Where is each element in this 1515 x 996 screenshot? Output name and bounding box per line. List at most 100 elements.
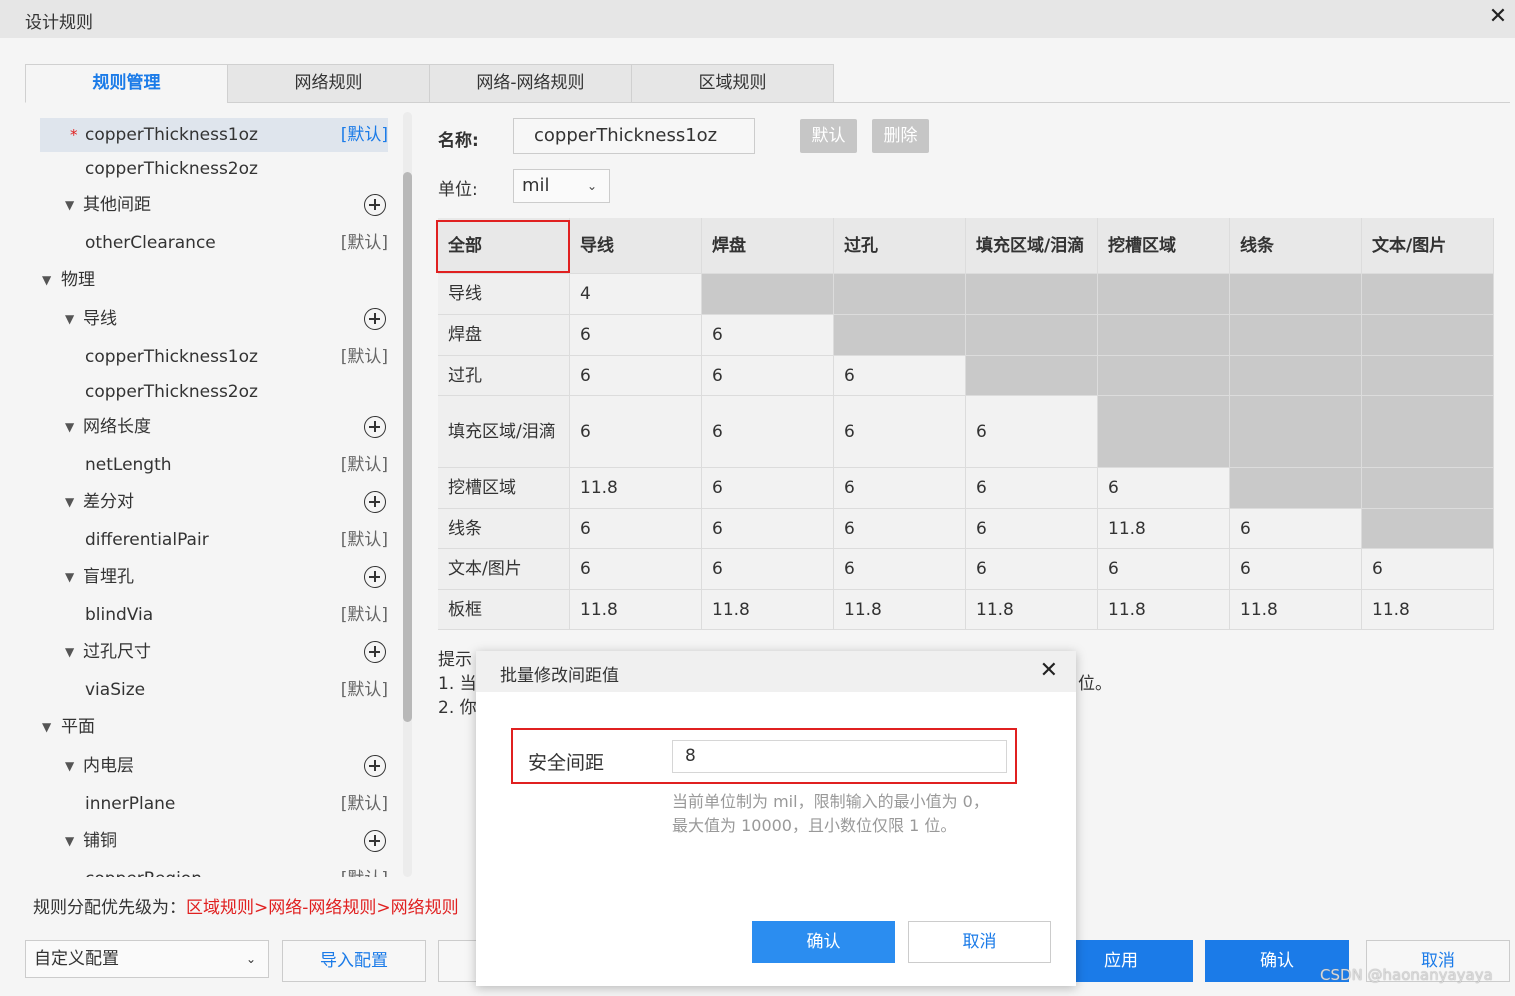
tree-group-other-clearance[interactable]: ▼ 其他间距 xyxy=(25,188,388,222)
caret-down-icon[interactable]: ▼ xyxy=(42,710,51,744)
matrix-header-via[interactable]: 过孔 xyxy=(834,218,966,274)
matrix-cell[interactable]: 6 xyxy=(966,549,1098,590)
matrix-cell[interactable]: 11.8 xyxy=(966,590,1098,630)
matrix-cell[interactable]: 6 xyxy=(834,468,966,509)
tree-item-blindvia[interactable]: blindVia [默认] xyxy=(25,598,388,632)
matrix-cell[interactable]: 11.8 xyxy=(1098,590,1230,630)
matrix-cell[interactable]: 6 xyxy=(834,356,966,396)
matrix-cell[interactable]: 6 xyxy=(702,356,834,396)
matrix-cell[interactable]: 11.8 xyxy=(570,590,702,630)
delete-button[interactable]: 删除 xyxy=(872,119,929,153)
matrix-cell[interactable]: 6 xyxy=(570,549,702,590)
matrix-cell[interactable]: 6 xyxy=(570,315,702,356)
add-rule-icon[interactable] xyxy=(364,755,386,777)
tab-rule-management[interactable]: 规则管理 xyxy=(25,64,228,103)
matrix-cell[interactable]: 6 xyxy=(702,509,834,549)
tree-item-viasize[interactable]: viaSize [默认] xyxy=(25,673,388,707)
caret-down-icon[interactable]: ▼ xyxy=(65,188,74,222)
matrix-cell[interactable]: 6 xyxy=(1230,549,1362,590)
matrix-header-pad[interactable]: 焊盘 xyxy=(702,218,834,274)
matrix-header-line[interactable]: 线条 xyxy=(1230,218,1362,274)
tree-item-netlength[interactable]: netLength [默认] xyxy=(25,448,388,482)
tree-group-blind-via[interactable]: ▼ 盲埋孔 xyxy=(25,560,388,594)
matrix-header-track[interactable]: 导线 xyxy=(570,218,702,274)
tree-group-net-length[interactable]: ▼ 网络长度 xyxy=(25,410,388,444)
caret-down-icon[interactable]: ▼ xyxy=(65,485,74,519)
tab-net-net-rules[interactable]: 网络-网络规则 xyxy=(429,64,632,103)
matrix-cell[interactable]: 11.8 xyxy=(1362,590,1494,630)
tree-category-plane[interactable]: ▼ 平面 xyxy=(25,710,388,744)
add-rule-icon[interactable] xyxy=(364,416,386,438)
matrix-cell[interactable]: 6 xyxy=(570,396,702,468)
tree-group-track[interactable]: ▼ 导线 xyxy=(25,302,388,336)
tree-item-copperthickness1oz[interactable]: * copperThickness1oz [默认] xyxy=(40,118,388,152)
matrix-header-text[interactable]: 文本/图片 xyxy=(1362,218,1494,274)
matrix-row-header[interactable]: 填充区域/泪滴 xyxy=(438,396,570,468)
matrix-header-slot[interactable]: 挖槽区域 xyxy=(1098,218,1230,274)
add-rule-icon[interactable] xyxy=(364,194,386,216)
tree-category-physical[interactable]: ▼ 物理 xyxy=(25,263,388,297)
caret-down-icon[interactable]: ▼ xyxy=(65,560,74,594)
dialog-cancel-button[interactable]: 取消 xyxy=(908,921,1051,963)
set-default-button[interactable]: 默认 xyxy=(800,119,857,153)
matrix-header-fill[interactable]: 填充区域/泪滴 xyxy=(966,218,1098,274)
tree-item-otherclearance[interactable]: otherClearance [默认] xyxy=(25,226,388,260)
clearance-input[interactable]: 8 xyxy=(672,740,1007,773)
matrix-cell[interactable]: 4 xyxy=(570,274,702,315)
tree-item-copperthickness1oz-track[interactable]: copperThickness1oz [默认] xyxy=(25,340,388,374)
add-rule-icon[interactable] xyxy=(364,308,386,330)
matrix-cell[interactable]: 11.8 xyxy=(834,590,966,630)
matrix-row-header[interactable]: 挖槽区域 xyxy=(438,468,570,509)
matrix-row-header[interactable]: 过孔 xyxy=(438,356,570,396)
caret-down-icon[interactable]: ▼ xyxy=(65,410,74,444)
import-config-button[interactable]: 导入配置 xyxy=(282,940,426,982)
matrix-cell[interactable]: 6 xyxy=(702,315,834,356)
add-rule-icon[interactable] xyxy=(364,566,386,588)
config-select[interactable]: 自定义配置 ⌄ xyxy=(25,940,269,978)
matrix-cell[interactable]: 6 xyxy=(966,468,1098,509)
matrix-row-header[interactable]: 焊盘 xyxy=(438,315,570,356)
close-icon[interactable]: ✕ xyxy=(1040,658,1058,683)
matrix-cell[interactable]: 6 xyxy=(702,396,834,468)
matrix-cell[interactable]: 11.8 xyxy=(1230,590,1362,630)
matrix-cell[interactable]: 6 xyxy=(834,396,966,468)
matrix-cell[interactable]: 6 xyxy=(702,549,834,590)
add-rule-icon[interactable] xyxy=(364,830,386,852)
matrix-cell[interactable]: 6 xyxy=(1362,549,1494,590)
add-rule-icon[interactable] xyxy=(364,641,386,663)
matrix-row-header[interactable]: 导线 xyxy=(438,274,570,315)
matrix-cell[interactable]: 6 xyxy=(570,509,702,549)
matrix-cell[interactable]: 11.8 xyxy=(570,468,702,509)
tree-group-copper-pour[interactable]: ▼ 铺铜 xyxy=(25,824,388,858)
caret-down-icon[interactable]: ▼ xyxy=(65,302,74,336)
tree-item-copperthickness2oz-track[interactable]: copperThickness2oz xyxy=(25,375,388,409)
matrix-cell[interactable]: 6 xyxy=(702,468,834,509)
matrix-cell[interactable]: 6 xyxy=(570,356,702,396)
tree-scrollbar-thumb[interactable] xyxy=(403,172,412,722)
caret-down-icon[interactable]: ▼ xyxy=(65,749,74,783)
tab-region-rules[interactable]: 区域规则 xyxy=(631,64,834,103)
unit-select[interactable]: mil ⌄ xyxy=(513,169,610,203)
tree-item-copperregion[interactable]: copperRegion [默认] xyxy=(25,862,388,877)
matrix-cell[interactable]: 6 xyxy=(834,509,966,549)
matrix-cell[interactable]: 6 xyxy=(1098,549,1230,590)
matrix-cell[interactable]: 6 xyxy=(966,509,1098,549)
close-icon[interactable]: ✕ xyxy=(1487,5,1509,29)
matrix-cell[interactable]: 6 xyxy=(834,549,966,590)
add-rule-icon[interactable] xyxy=(364,491,386,513)
tree-group-inner-plane[interactable]: ▼ 内电层 xyxy=(25,749,388,783)
matrix-cell[interactable]: 6 xyxy=(966,396,1098,468)
matrix-cell[interactable]: 11.8 xyxy=(702,590,834,630)
matrix-cell[interactable]: 6 xyxy=(1230,509,1362,549)
matrix-cell[interactable]: 11.8 xyxy=(1098,509,1230,549)
matrix-row-header[interactable]: 板框 xyxy=(438,590,570,630)
caret-down-icon[interactable]: ▼ xyxy=(65,635,74,669)
tree-item-innerplane[interactable]: innerPlane [默认] xyxy=(25,787,388,821)
matrix-row-header[interactable]: 文本/图片 xyxy=(438,549,570,590)
tree-group-via-size[interactable]: ▼ 过孔尺寸 xyxy=(25,635,388,669)
tree-item-copperthickness2oz[interactable]: copperThickness2oz xyxy=(25,152,388,186)
matrix-row-header[interactable]: 线条 xyxy=(438,509,570,549)
rule-name-input[interactable]: copperThickness1oz xyxy=(513,118,755,154)
caret-down-icon[interactable]: ▼ xyxy=(65,824,74,858)
tree-group-differential-pair[interactable]: ▼ 差分对 xyxy=(25,485,388,519)
